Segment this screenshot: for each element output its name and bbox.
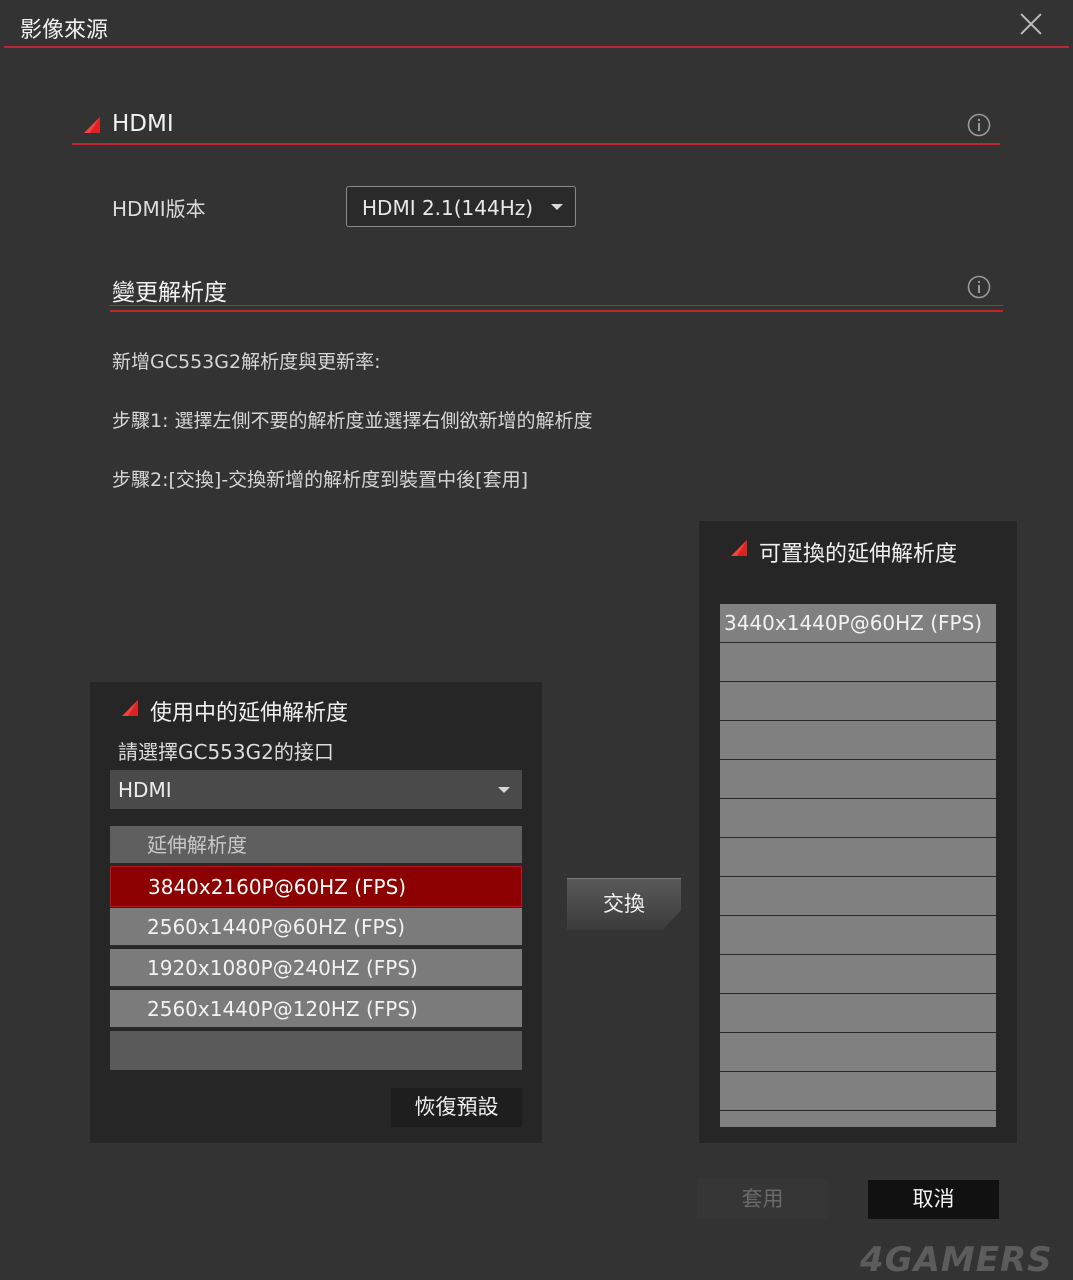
active-panel-title: 使用中的延伸解析度 (150, 701, 349, 726)
close-icon[interactable] (1017, 10, 1045, 38)
hdmi-version-label: HDMI版本 (112, 197, 206, 221)
list-item[interactable]: 2560x1440P@120HZ (FPS) (110, 990, 522, 1029)
watermark-logo: 4GAMERS (860, 1240, 1053, 1280)
port-label: 請選擇GC553G2的接口 (118, 740, 334, 764)
list-item[interactable] (720, 994, 996, 1033)
restore-default-button[interactable]: 恢復預設 (391, 1088, 522, 1127)
list-item[interactable] (720, 682, 996, 721)
list-item[interactable] (720, 760, 996, 799)
hdmi-divider (72, 143, 1000, 145)
resolution-divider (110, 310, 1003, 312)
section-marker-icon (84, 117, 100, 133)
replace-panel-title: 可置換的延伸解析度 (759, 542, 958, 567)
active-resolution-panel: 使用中的延伸解析度 請選擇GC553G2的接口 HDMI 延伸解析度 3840x… (90, 682, 542, 1143)
list-item-empty (110, 1031, 522, 1070)
hdmi-info-icon[interactable] (967, 113, 991, 137)
instruction-intro: 新增GC553G2解析度與更新率: (112, 351, 381, 373)
resolution-divider-top (110, 305, 1003, 306)
section-marker-icon (122, 700, 138, 716)
list-item[interactable] (720, 877, 996, 916)
list-item[interactable]: 1920x1080P@240HZ (FPS) (110, 949, 522, 988)
hdmi-section-title: HDMI (112, 111, 174, 137)
hdmi-version-value: HDMI 2.1(144Hz) (362, 196, 534, 220)
swap-button[interactable]: 交換 (567, 878, 681, 930)
replaceable-resolution-panel: 可置換的延伸解析度 3440x1440P@60HZ (FPS) (699, 521, 1017, 1143)
list-item[interactable] (720, 955, 996, 994)
list-header: 延伸解析度 (110, 826, 522, 865)
list-item[interactable] (720, 1033, 996, 1072)
resolution-info-icon[interactable] (967, 275, 991, 299)
list-item[interactable] (720, 1072, 996, 1111)
active-resolution-list: 延伸解析度 3840x2160P@60HZ (FPS) 2560x1440P@6… (110, 826, 522, 1070)
list-item[interactable] (720, 916, 996, 955)
list-item[interactable]: 3440x1440P@60HZ (FPS) (720, 604, 996, 643)
hdmi-version-select[interactable]: HDMI 2.1(144Hz) (346, 186, 576, 227)
window-title: 影像來源 (20, 18, 109, 43)
list-item[interactable]: 2560x1440P@60HZ (FPS) (110, 908, 522, 947)
list-item[interactable] (720, 799, 996, 838)
chevron-down-icon (551, 204, 563, 210)
replaceable-resolution-list: 3440x1440P@60HZ (FPS) (720, 604, 996, 1127)
list-item[interactable] (720, 643, 996, 682)
list-item[interactable] (720, 838, 996, 877)
port-select-value: HDMI (118, 778, 172, 802)
list-item[interactable] (720, 721, 996, 760)
instruction-step-1: 步驟1: 選擇左側不要的解析度並選擇右側欲新增的解析度 (112, 410, 593, 432)
list-item[interactable]: 3840x2160P@60HZ (FPS) (110, 866, 522, 907)
list-item[interactable] (720, 1111, 996, 1127)
resolution-section-title: 變更解析度 (112, 280, 227, 306)
port-select[interactable]: HDMI (110, 770, 522, 809)
apply-button[interactable]: 套用 (697, 1179, 828, 1219)
chevron-down-icon (498, 787, 510, 793)
instruction-step-2: 步驟2:[交換]-交換新增的解析度到裝置中後[套用] (112, 469, 528, 491)
title-divider (4, 46, 1069, 48)
section-marker-icon (731, 540, 747, 556)
cancel-button[interactable]: 取消 (868, 1180, 999, 1219)
